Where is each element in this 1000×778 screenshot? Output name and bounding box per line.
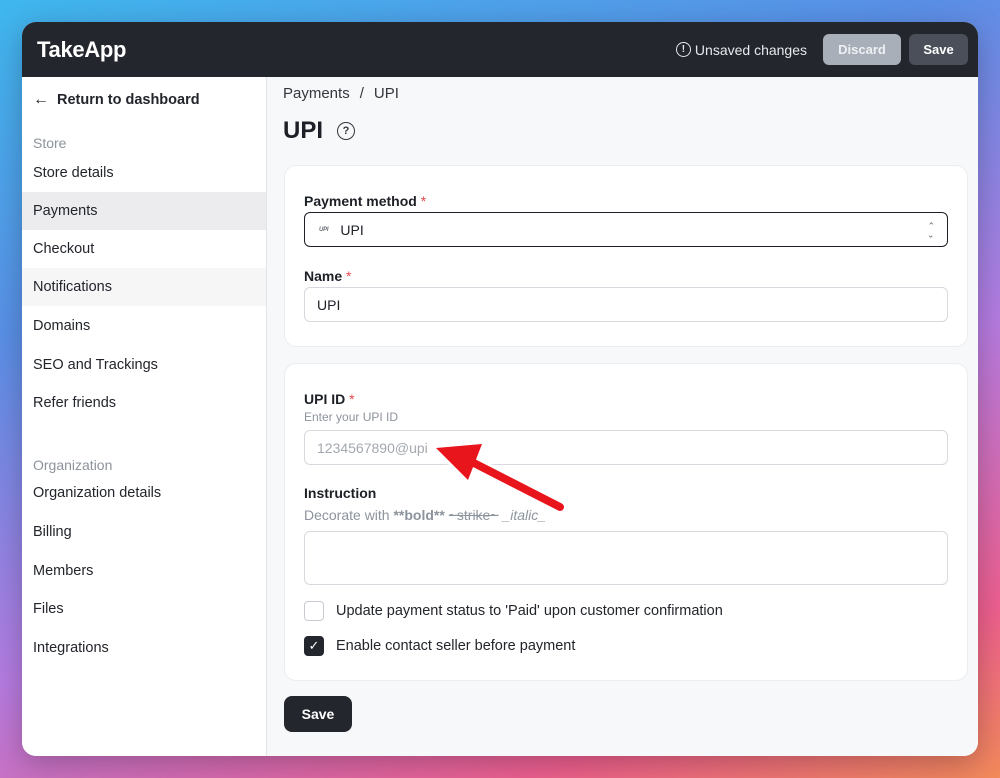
instruction-formatting-hint: Decorate with **bold** ~strike~ _italic_ (304, 507, 547, 523)
instruction-label: Instruction (304, 485, 377, 501)
contact-seller-checkbox[interactable]: ✓ (304, 636, 324, 656)
upi-logo-icon: UPI (319, 226, 329, 233)
section-label-organization: Organization (33, 457, 113, 473)
sidebar-item-payments[interactable]: Payments (22, 192, 266, 230)
breadcrumb-current: UPI (373, 85, 399, 102)
upi-id-input[interactable]: 1234567890@upi (304, 430, 948, 465)
breadcrumb-separator: / (359, 85, 364, 102)
sidebar-item-members[interactable]: Members (22, 552, 266, 590)
required-mark: * (349, 391, 355, 407)
unsaved-changes-text: Unsaved changes (694, 41, 807, 58)
paid-status-checkbox[interactable] (304, 601, 324, 621)
paid-status-checkbox-row[interactable]: Update payment status to 'Paid' upon cus… (304, 601, 723, 621)
return-to-dashboard-link[interactable]: ← Return to dashboard (33, 91, 200, 109)
instruction-textarea[interactable] (304, 531, 948, 585)
paid-status-checkbox-label: Update payment status to 'Paid' upon cus… (336, 603, 723, 619)
sidebar-item-organization-details[interactable]: Organization details (22, 474, 266, 512)
name-input[interactable]: UPI (304, 287, 948, 322)
upi-id-label: UPI ID * (304, 391, 355, 407)
app-logo[interactable]: TakeApp (37, 37, 126, 63)
contact-seller-checkbox-label: Enable contact seller before payment (336, 638, 576, 654)
arrow-left-icon: ← (33, 91, 49, 108)
unsaved-changes-indicator: ! Unsaved changes (675, 41, 807, 58)
required-mark: * (420, 193, 427, 209)
breadcrumb: Payments / UPI (283, 85, 399, 102)
sidebar-item-seo-and-trackings[interactable]: SEO and Trackings (22, 346, 266, 384)
info-icon: ! (675, 42, 691, 57)
payment-method-card: Payment method * UPI UPI ⌃ ⌃ Name * UPI (284, 165, 968, 347)
top-bar: TakeApp ! Unsaved changes Discard Save (22, 22, 978, 77)
main-panel: Payments / UPI UPI ? Payment method * UP… (267, 77, 978, 756)
payment-method-label: Payment method * (304, 193, 427, 209)
help-icon[interactable]: ? (337, 122, 355, 140)
check-icon: ✓ (308, 638, 320, 653)
app-window: TakeApp ! Unsaved changes Discard Save ←… (22, 22, 978, 756)
sidebar-item-domains[interactable]: Domains (22, 307, 266, 345)
sidebar-item-integrations[interactable]: Integrations (22, 629, 266, 667)
sidebar-item-notifications[interactable]: Notifications (22, 268, 266, 306)
payment-method-value: UPI (340, 221, 364, 238)
upi-id-hint: Enter your UPI ID (304, 410, 399, 424)
sidebar-item-checkout[interactable]: Checkout (22, 230, 266, 268)
save-button[interactable]: Save (284, 696, 352, 732)
top-save-button[interactable]: Save (909, 34, 968, 65)
upi-id-placeholder: 1234567890@upi (317, 439, 428, 456)
breadcrumb-payments[interactable]: Payments (283, 85, 350, 102)
section-label-store: Store (33, 135, 67, 151)
discard-button[interactable]: Discard (823, 34, 901, 65)
name-label: Name * (304, 268, 352, 284)
sidebar-item-files[interactable]: Files (22, 590, 266, 628)
top-bar-actions: ! Unsaved changes Discard Save (675, 34, 968, 65)
required-mark: * (346, 268, 352, 284)
contact-seller-checkbox-row[interactable]: ✓ Enable contact seller before payment (304, 636, 575, 656)
page-title: UPI (283, 117, 324, 144)
return-to-dashboard-label: Return to dashboard (57, 92, 200, 108)
payment-method-select[interactable]: UPI UPI ⌃ ⌃ (304, 212, 948, 247)
sidebar-item-refer-friends[interactable]: Refer friends (22, 384, 266, 422)
sidebar-item-billing[interactable]: Billing (22, 513, 266, 551)
sidebar: ← Return to dashboard Store Store detail… (22, 77, 267, 756)
content-area: ← Return to dashboard Store Store detail… (22, 77, 978, 756)
chevron-updown-icon: ⌃ ⌃ (927, 220, 935, 239)
upi-details-card: UPI ID * Enter your UPI ID 1234567890@up… (284, 363, 968, 681)
sidebar-item-store-details[interactable]: Store details (22, 154, 266, 192)
